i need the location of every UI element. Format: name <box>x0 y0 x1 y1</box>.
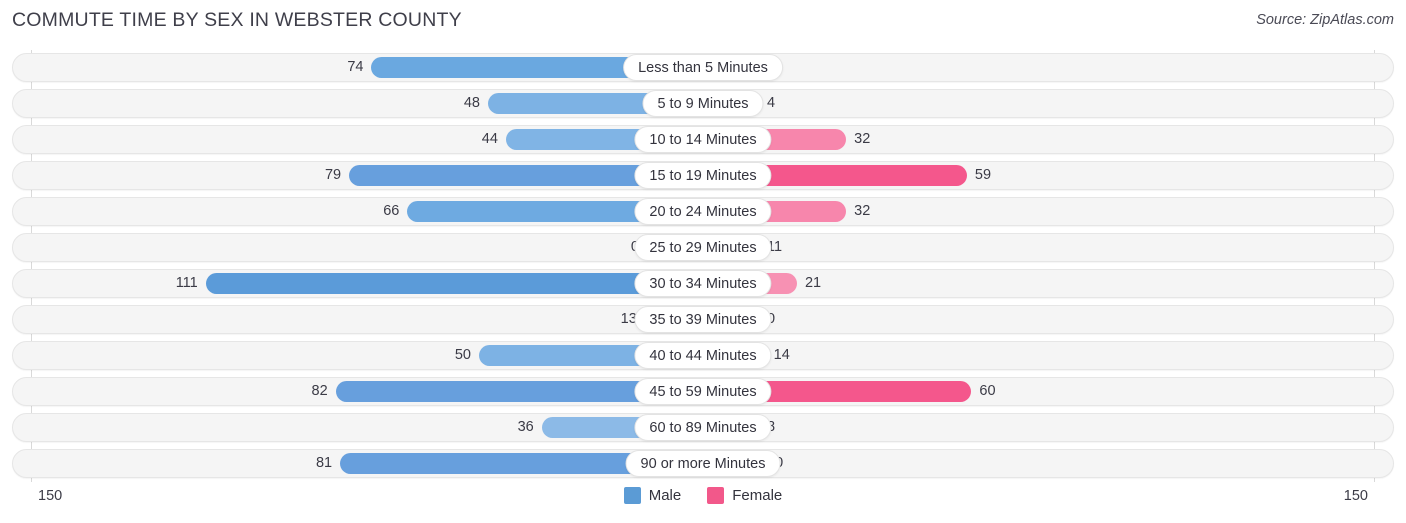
chart-row: 811090 or more Minutes <box>0 446 1406 482</box>
value-label-male: 50 <box>454 347 471 363</box>
value-label-female: 59 <box>974 167 992 183</box>
legend-swatch-male-icon <box>623 487 641 504</box>
value-label-male: 36 <box>517 419 534 435</box>
value-label-male: 66 <box>383 203 400 219</box>
value-label-male: 81 <box>315 455 333 471</box>
category-label: 10 to 14 Minutes <box>634 126 772 153</box>
value-label-male: 111 <box>175 275 198 291</box>
category-label: 45 to 59 Minutes <box>634 378 772 405</box>
category-label: 25 to 29 Minutes <box>634 234 772 261</box>
legend-item-female[interactable]: Female <box>707 487 782 504</box>
chart-row: 50 14 40 to 44 Minutes <box>0 338 1406 374</box>
legend: Male Female <box>0 487 1406 504</box>
value-label-female: 14 <box>773 347 790 363</box>
category-label: 60 to 89 Minutes <box>634 414 772 441</box>
value-label-male: 74 <box>347 59 364 75</box>
chart-page: COMMUTE TIME BY SEX IN WEBSTER COUNTY So… <box>0 0 1406 523</box>
chart-row: 66 32 20 to 24 Minutes <box>0 194 1406 230</box>
chart-row: 01125 to 29 Minutes <box>0 230 1406 266</box>
value-label-male: 44 <box>481 131 498 147</box>
category-label: Less than 5 Minutes <box>623 54 783 81</box>
value-label-male: 48 <box>463 95 480 111</box>
bar-male[interactable] <box>205 273 703 294</box>
chart-row: 44 32 10 to 14 Minutes <box>0 122 1406 158</box>
chart-row: 48 4 5 to 9 Minutes <box>0 86 1406 122</box>
value-label-female: 32 <box>854 131 871 147</box>
value-label-female: 32 <box>854 203 871 219</box>
legend-item-male[interactable]: Male <box>623 487 682 504</box>
category-label: 90 or more Minutes <box>625 450 781 477</box>
category-label: 15 to 19 Minutes <box>634 162 772 189</box>
chart-rows: 740Less than 5 Minutes4845 to 9 Minutes4… <box>0 50 1406 482</box>
value-label-female: 21 <box>804 275 822 291</box>
chart-footer: 150 150 Male Female <box>0 484 1406 523</box>
category-label: 35 to 39 Minutes <box>634 306 772 333</box>
value-label-male: 82 <box>311 383 328 399</box>
chart-row: 13035 to 39 Minutes <box>0 302 1406 338</box>
category-label: 20 to 24 Minutes <box>634 198 772 225</box>
diverging-bar-chart: 740Less than 5 Minutes4845 to 9 Minutes4… <box>0 50 1406 482</box>
chart-row: 740Less than 5 Minutes <box>0 50 1406 86</box>
value-label-female: 4 <box>767 95 776 111</box>
value-label-female: 60 <box>979 383 996 399</box>
category-label: 5 to 9 Minutes <box>642 90 764 117</box>
page-title: COMMUTE TIME BY SEX IN WEBSTER COUNTY <box>12 9 462 31</box>
chart-row: 82 60 45 to 59 Minutes <box>0 374 1406 410</box>
chart-row: 36860 to 89 Minutes <box>0 410 1406 446</box>
category-label: 30 to 34 Minutes <box>634 270 772 297</box>
value-label-male: 79 <box>324 167 342 183</box>
legend-swatch-female-icon <box>707 487 725 504</box>
chart-row: 79 59 15 to 19 Minutes <box>0 158 1406 194</box>
source-attribution: Source: ZipAtlas.com <box>1256 12 1394 28</box>
legend-label-male: Male <box>648 487 682 504</box>
chart-row: 111 21 30 to 34 Minutes <box>0 266 1406 302</box>
category-label: 40 to 44 Minutes <box>634 342 772 369</box>
legend-label-female: Female <box>732 487 783 504</box>
